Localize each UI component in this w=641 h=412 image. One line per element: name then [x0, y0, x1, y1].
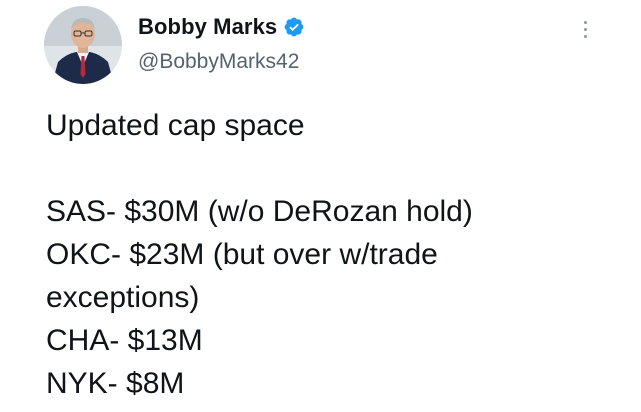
profile-photo-image	[44, 6, 122, 84]
tweet-line: NYK- $8M	[46, 367, 185, 400]
verified-badge-icon	[283, 16, 305, 38]
more-dot	[583, 20, 587, 24]
more-dot	[583, 27, 587, 31]
tweet-heading: Updated cap space	[46, 109, 305, 142]
tweet-line: OKC- $23M (but over w/trade	[46, 238, 438, 271]
tweet-line: CHA- $13M	[46, 324, 203, 357]
author-handle[interactable]: @BobbyMarks42	[138, 50, 299, 74]
more-dot	[583, 34, 587, 38]
avatar[interactable]	[44, 6, 122, 84]
tweet-line: exceptions)	[46, 281, 200, 314]
more-options-icon[interactable]	[575, 14, 595, 44]
author-name-row: Bobby Marks	[138, 12, 305, 42]
tweet-line: SAS- $30M (w/o DeRozan hold)	[46, 195, 473, 228]
tweet-card: Bobby Marks @BobbyMarks42 Updated cap sp…	[0, 0, 641, 412]
tweet-text: Updated cap space SAS- $30M (w/o DeRozan…	[46, 104, 473, 405]
author-display-name[interactable]: Bobby Marks	[138, 14, 277, 40]
